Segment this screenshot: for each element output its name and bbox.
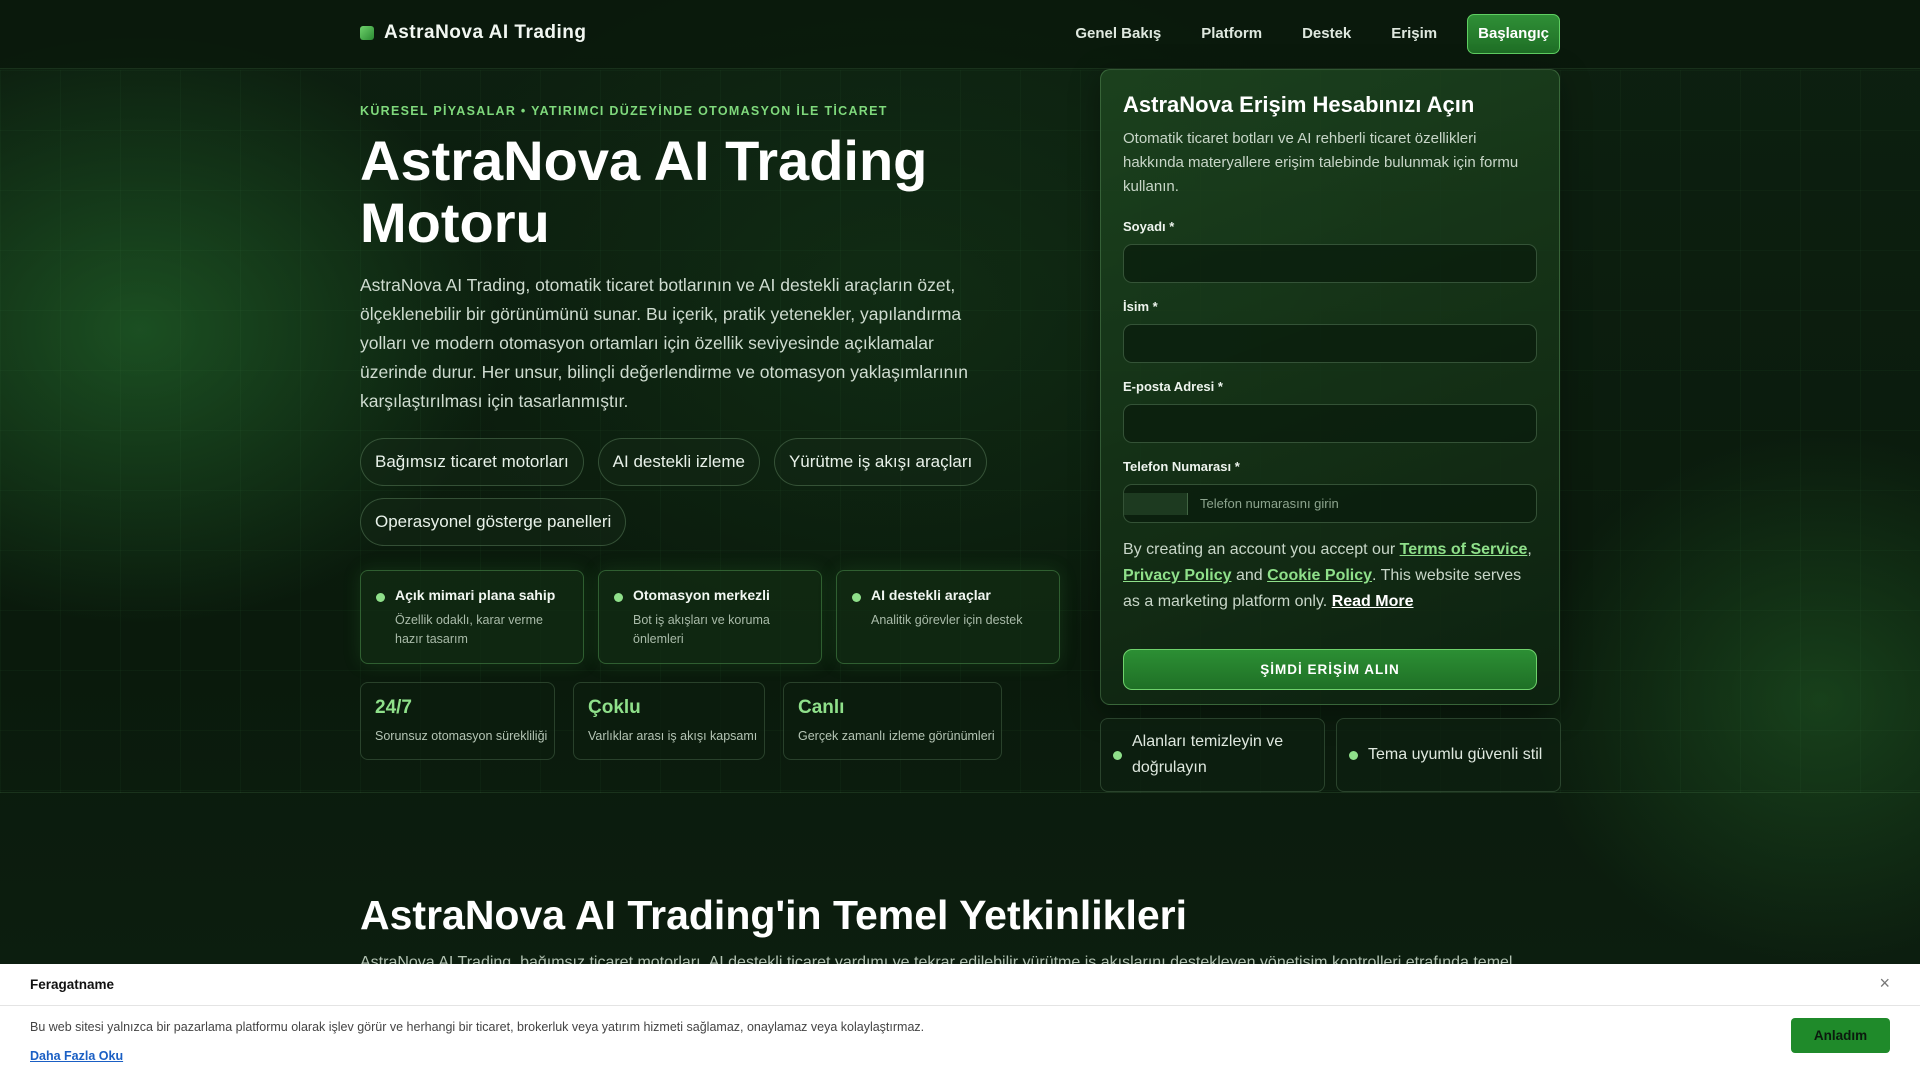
feature-chips: Bağımsız ticaret motorları AI destekli i… xyxy=(360,438,990,546)
main-nav: Genel Bakış Platform Destek Erişim Başla… xyxy=(1055,14,1560,54)
stat-cards: 24/7 Sorunsuz otomasyon sürekliliği Çokl… xyxy=(360,682,1002,760)
get-access-button[interactable]: ŞİMDİ ERİŞİM ALIN xyxy=(1123,649,1537,690)
stat-value: 24/7 xyxy=(375,697,412,718)
phone-input[interactable] xyxy=(1188,485,1536,522)
stat-card: Canlı Gerçek zamanlı izleme görünümleri xyxy=(783,682,1002,760)
phone-label: Telefon Numarası * xyxy=(1123,459,1240,474)
disclaimer-title: Feragatname xyxy=(30,977,115,992)
chip-independent-engines[interactable]: Bağımsız ticaret motorları xyxy=(360,438,584,486)
dot-icon xyxy=(1113,750,1122,760)
cookie-policy-link[interactable]: Cookie Policy xyxy=(1267,567,1372,584)
read-more-link[interactable]: Read More xyxy=(1332,593,1414,610)
feature-card: Açık mimari plana sahip Özellik odaklı, … xyxy=(360,570,584,664)
info-card-label: Alanları temizleyin ve doğrulayın xyxy=(1132,733,1284,776)
dot-icon xyxy=(852,593,861,602)
dot-icon xyxy=(614,593,623,602)
nav-link-overview[interactable]: Genel Bakış xyxy=(1055,14,1181,54)
feature-title: Açık mimari plana sahip xyxy=(395,587,556,603)
first-name-input[interactable] xyxy=(1123,324,1537,363)
last-name-input[interactable] xyxy=(1123,244,1537,283)
nav-link-support[interactable]: Destek xyxy=(1282,14,1371,54)
chip-dashboards[interactable]: Operasyonel gösterge panelleri xyxy=(360,498,627,546)
form-title: AstraNova Erişim Hesabınızı Açın xyxy=(1123,92,1475,117)
form-subtitle: Otomatik ticaret botları ve AI rehberli … xyxy=(1123,130,1519,195)
nav-link-access[interactable]: Erişim xyxy=(1371,14,1457,54)
stat-label: Varlıklar arası iş akışı kapsamı xyxy=(588,729,758,743)
terms-text: By creating an account you accept our Te… xyxy=(1123,537,1537,615)
terms-prefix: By creating an account you accept our xyxy=(1123,541,1400,558)
stat-label: Gerçek zamanlı izleme görünümleri xyxy=(798,729,995,743)
phone-field xyxy=(1123,484,1537,523)
feature-cards: Açık mimari plana sahip Özellik odaklı, … xyxy=(360,570,1060,664)
brand[interactable]: AstraNova AI Trading xyxy=(360,22,587,44)
terms-of-service-link[interactable]: Terms of Service xyxy=(1400,541,1528,558)
dot-icon xyxy=(376,593,385,602)
section-divider xyxy=(0,792,1920,793)
feature-desc: Bot iş akışları ve koruma önlemleri xyxy=(633,613,770,646)
close-icon[interactable]: × xyxy=(1879,973,1890,994)
hero-description: AstraNova AI Trading, otomatik ticaret b… xyxy=(360,275,968,411)
stat-value: Çoklu xyxy=(588,697,641,718)
info-card: Tema uyumlu güvenli stil xyxy=(1336,718,1561,792)
info-card-label: Tema uyumlu güvenli stil xyxy=(1368,746,1543,763)
feature-title: Otomasyon merkezli xyxy=(633,587,770,603)
top-header: AstraNova AI Trading Genel Bakış Platfor… xyxy=(0,0,1920,69)
section-title: AstraNova AI Trading'in Temel Yetkinlikl… xyxy=(360,892,1187,938)
stat-value: Canlı xyxy=(798,697,845,718)
chip-ai-monitoring[interactable]: AI destekli izleme xyxy=(597,438,760,486)
start-button[interactable]: Başlangıç xyxy=(1467,14,1560,54)
info-card: Alanları temizleyin ve doğrulayın xyxy=(1100,718,1325,792)
brand-name: AstraNova AI Trading xyxy=(384,22,587,43)
email-label: E-posta Adresi * xyxy=(1123,379,1223,394)
email-input[interactable] xyxy=(1123,404,1537,443)
feature-card: AI destekli araçlar Analitik görevler iç… xyxy=(836,570,1060,664)
stat-card: Çoklu Varlıklar arası iş akışı kapsamı xyxy=(573,682,765,760)
feature-desc: Özellik odaklı, karar verme hazır tasarı… xyxy=(395,613,543,646)
dot-icon xyxy=(1349,750,1358,760)
read-more-disclaimer-link[interactable]: Daha Fazla Oku xyxy=(30,1049,123,1063)
first-name-label: İsim * xyxy=(1123,299,1158,314)
hero-eyebrow: KÜRESEL PİYASALAR • YATIRIMCI DÜZEYİNDE … xyxy=(360,104,888,118)
last-name-label: Soyadı * xyxy=(1123,219,1175,234)
disclaimer-banner: Feragatname × Bu web sitesi yalnızca bir… xyxy=(0,964,1920,1080)
disclaimer-text: Bu web sitesi yalnızca bir pazarlama pla… xyxy=(30,1020,925,1034)
terms-comma: , xyxy=(1527,541,1532,558)
country-code-select[interactable] xyxy=(1124,492,1188,515)
brand-logo-icon xyxy=(360,26,374,40)
chip-workflow-tools[interactable]: Yürütme iş akışı araçları xyxy=(773,438,988,486)
stat-card: 24/7 Sorunsuz otomasyon sürekliliği xyxy=(360,682,555,760)
signup-form: AstraNova Erişim Hesabınızı Açın Otomati… xyxy=(1100,69,1560,705)
form-info-cards: Alanları temizleyin ve doğrulayın Tema u… xyxy=(1100,718,1561,792)
privacy-policy-link[interactable]: Privacy Policy xyxy=(1123,567,1232,584)
nav-link-platform[interactable]: Platform xyxy=(1181,14,1282,54)
feature-desc: Analitik görevler için destek xyxy=(871,613,1023,627)
acknowledge-button[interactable]: Anladım xyxy=(1791,1018,1890,1053)
hero-title: AstraNova AI Trading Motoru xyxy=(360,129,928,254)
terms-and: and xyxy=(1231,567,1268,584)
disclaimer-header: Feragatname × xyxy=(0,964,1920,1006)
feature-card: Otomasyon merkezli Bot iş akışları ve ko… xyxy=(598,570,822,664)
feature-title: AI destekli araçlar xyxy=(871,587,991,603)
stat-label: Sorunsuz otomasyon sürekliliği xyxy=(375,729,548,743)
